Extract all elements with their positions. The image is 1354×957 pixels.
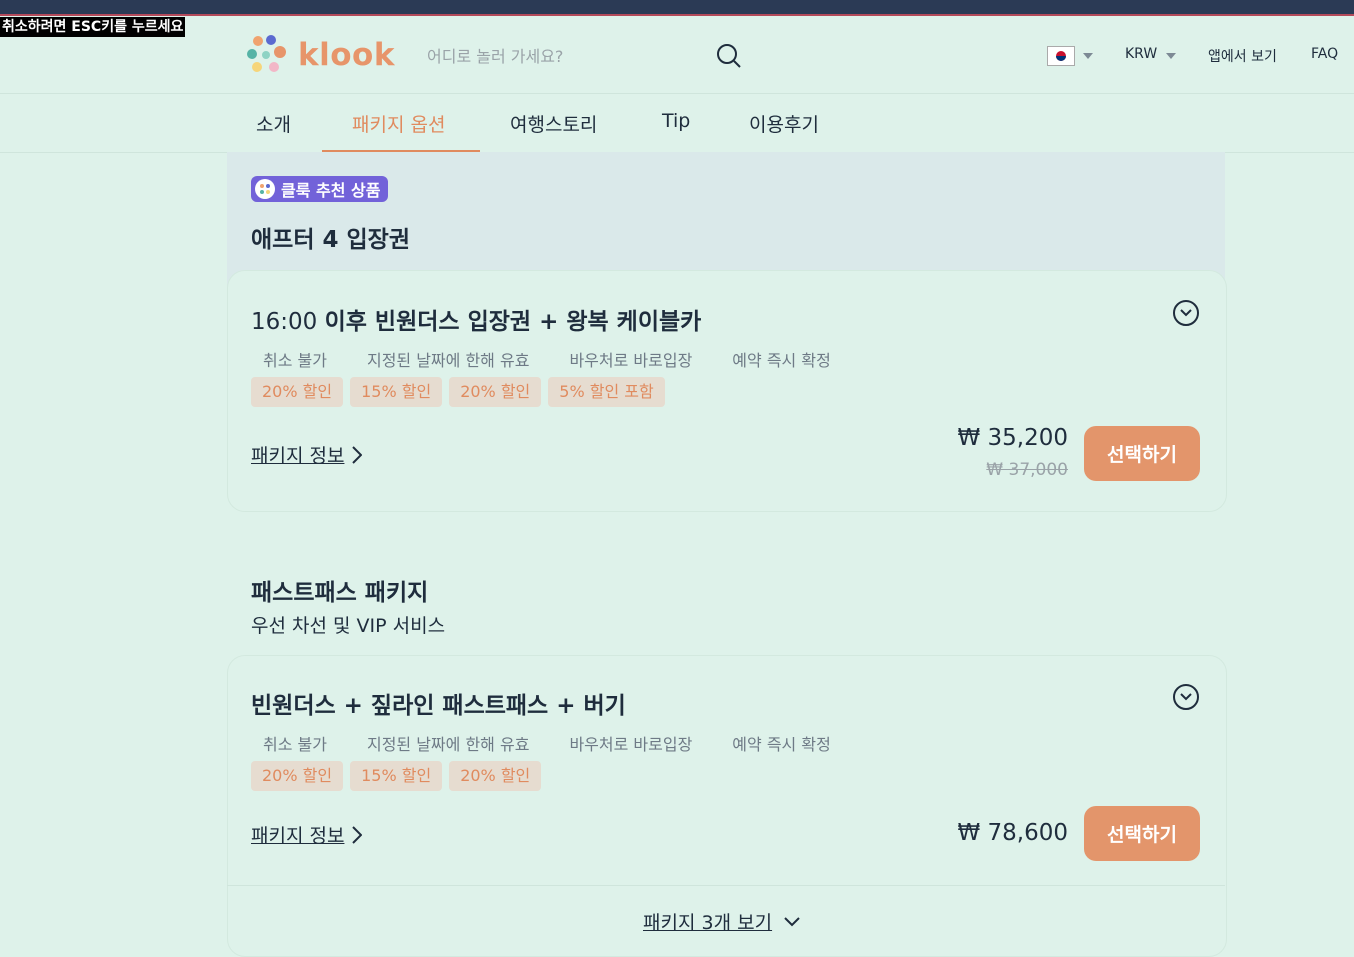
tag: 취소 불가	[263, 351, 327, 370]
discount-badges: 20% 할인 15% 할인 20% 할인 5% 할인 포함	[251, 377, 672, 407]
package-title-text: 이후 빈원더스 입장권 + 왕복 케이블카	[324, 309, 702, 335]
search-icon	[717, 44, 741, 68]
tag: 예약 즉시 확정	[732, 735, 831, 754]
package-title-text: 빈원더스 + 짚라인 패스트패스 + 버기	[251, 693, 626, 719]
package-title: 16:00 이후 빈원더스 입장권 + 왕복 케이블카	[251, 302, 701, 336]
package-tags: 취소 불가 지정된 날짜에 한해 유효 바우처로 바로입장 예약 즉시 확정	[251, 347, 859, 371]
discount-badge: 20% 할인	[251, 761, 344, 791]
logo-text: klook	[298, 37, 395, 73]
chevron-right-icon	[352, 825, 363, 844]
currency-selector[interactable]: KRW	[1125, 46, 1157, 62]
tab-reviews[interactable]: 이용후기	[749, 110, 819, 137]
badge-label: 클룩 추천 상품	[281, 181, 381, 200]
discount-badges: 20% 할인 15% 할인 20% 할인	[251, 761, 548, 791]
chevron-right-icon	[352, 445, 363, 464]
search-input[interactable]	[425, 43, 699, 69]
app-link[interactable]: 앱에서 보기	[1208, 46, 1277, 66]
discount-badge: 5% 할인 포함	[548, 377, 665, 407]
chevron-down-icon	[1180, 693, 1192, 701]
package-info-link[interactable]: 패키지 정보	[251, 441, 363, 468]
divider	[227, 885, 1225, 886]
discount-badge: 15% 할인	[350, 377, 443, 407]
select-button[interactable]: 선택하기	[1084, 426, 1200, 481]
fastpass-subtitle: 우선 차선 및 VIP 서비스	[251, 615, 446, 637]
expand-button[interactable]	[1173, 300, 1199, 326]
tab-tip[interactable]: Tip	[662, 110, 690, 132]
chevron-down-icon	[784, 916, 800, 926]
select-button[interactable]: 선택하기	[1084, 806, 1200, 861]
language-caret-icon[interactable]	[1083, 53, 1093, 59]
package-price: ₩ 35,200	[957, 425, 1068, 451]
discount-badge: 20% 할인	[449, 377, 542, 407]
esc-hint: 취소하려면 ESC키를 누르세요	[0, 17, 186, 37]
package-old-price: ₩ 37,000	[986, 460, 1068, 480]
faq-link[interactable]: FAQ	[1311, 46, 1338, 62]
tag: 지정된 날짜에 한해 유효	[366, 351, 530, 370]
top-strip-line	[0, 14, 1354, 16]
fastpass-title: 패스트패스 패키지	[251, 580, 429, 606]
klook-logo-icon	[247, 35, 286, 72]
search-button[interactable]	[715, 42, 743, 74]
package-info-link[interactable]: 패키지 정보	[251, 821, 363, 848]
tag: 바우처로 바로입장	[569, 351, 693, 370]
chevron-down-icon	[1180, 309, 1192, 317]
tag: 바우처로 바로입장	[569, 735, 693, 754]
recommended-title: 애프터 4 입장권	[251, 227, 410, 253]
discount-badge: 20% 할인	[449, 761, 542, 791]
tag: 예약 즉시 확정	[732, 351, 831, 370]
package-info-label: 패키지 정보	[251, 445, 345, 467]
package-title: 빈원더스 + 짚라인 패스트패스 + 버기	[251, 686, 626, 720]
site-header: klook KRW 앱에서 보기 FAQ	[0, 18, 1354, 94]
tab-travel-story[interactable]: 여행스토리	[510, 110, 597, 137]
package-price: ₩ 78,600	[957, 820, 1068, 846]
package-time: 16:00	[251, 309, 318, 335]
discount-badge: 20% 할인	[251, 377, 344, 407]
currency-caret-icon[interactable]	[1166, 53, 1176, 59]
package-info-label: 패키지 정보	[251, 825, 345, 847]
browser-top-strip	[0, 0, 1354, 16]
korea-flag-icon[interactable]	[1047, 46, 1075, 66]
klook-badge-icon	[255, 179, 275, 199]
discount-badge: 15% 할인	[350, 761, 443, 791]
package-tags: 취소 불가 지정된 날짜에 한해 유효 바우처로 바로입장 예약 즉시 확정	[251, 731, 859, 755]
expand-button[interactable]	[1173, 684, 1199, 710]
tab-intro[interactable]: 소개	[256, 110, 291, 137]
klook-logo[interactable]: klook	[244, 34, 395, 76]
section-tabs: 소개 패키지 옵션 여행스토리 Tip 이용후기	[0, 94, 1354, 153]
tag: 취소 불가	[263, 735, 327, 754]
tag: 지정된 날짜에 한해 유효	[366, 735, 530, 754]
recommended-badge: 클룩 추천 상품	[251, 176, 389, 202]
tab-package-options[interactable]: 패키지 옵션	[352, 110, 445, 137]
